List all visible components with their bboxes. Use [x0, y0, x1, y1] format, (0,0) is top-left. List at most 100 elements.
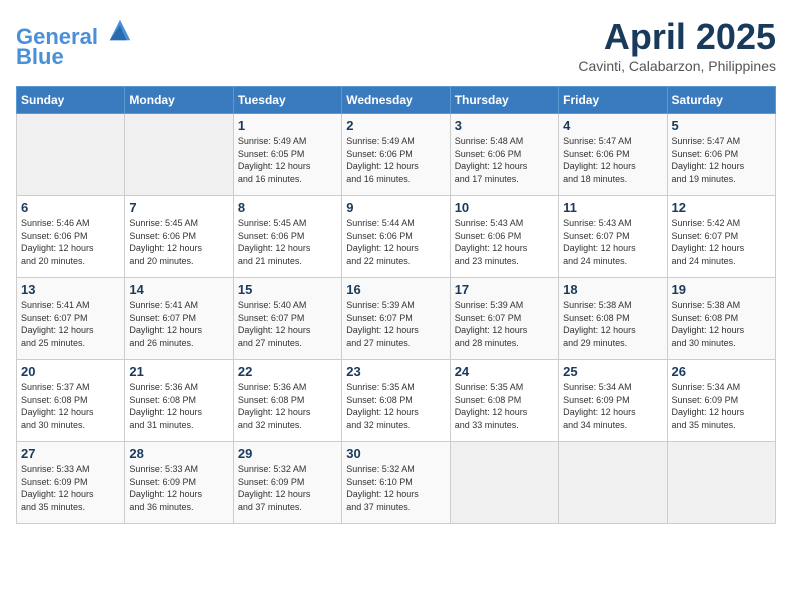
month-title: April 2025 — [578, 16, 776, 58]
day-info: Sunrise: 5:44 AM Sunset: 6:06 PM Dayligh… — [346, 217, 445, 267]
calendar-week-row: 13 Sunrise: 5:41 AM Sunset: 6:07 PM Dayli… — [17, 278, 776, 360]
calendar-cell: 7 Sunrise: 5:45 AM Sunset: 6:06 PM Daylig… — [125, 196, 233, 278]
day-number: 9 — [346, 200, 445, 215]
calendar-cell: 15 Sunrise: 5:40 AM Sunset: 6:07 PM Dayli… — [233, 278, 341, 360]
day-number: 27 — [21, 446, 120, 461]
day-header-saturday: Saturday — [667, 87, 775, 114]
day-info: Sunrise: 5:45 AM Sunset: 6:06 PM Dayligh… — [238, 217, 337, 267]
calendar-cell: 17 Sunrise: 5:39 AM Sunset: 6:07 PM Dayli… — [450, 278, 558, 360]
day-number: 5 — [672, 118, 771, 133]
day-info: Sunrise: 5:41 AM Sunset: 6:07 PM Dayligh… — [129, 299, 228, 349]
day-info: Sunrise: 5:37 AM Sunset: 6:08 PM Dayligh… — [21, 381, 120, 431]
calendar-cell: 16Sunrise: 5:39 AM Sunset: 6:07 PM Dayli… — [342, 278, 450, 360]
calendar-cell: 1 Sunrise: 5:49 AM Sunset: 6:05 PM Daylig… — [233, 114, 341, 196]
day-number: 3 — [455, 118, 554, 133]
calendar-cell: 19 Sunrise: 5:38 AM Sunset: 6:08 PM Dayli… — [667, 278, 775, 360]
calendar-cell: 20 Sunrise: 5:37 AM Sunset: 6:08 PM Dayli… — [17, 360, 125, 442]
calendar-cell — [17, 114, 125, 196]
day-info: Sunrise: 5:45 AM Sunset: 6:06 PM Dayligh… — [129, 217, 228, 267]
day-number: 24 — [455, 364, 554, 379]
calendar-cell: 3 Sunrise: 5:48 AM Sunset: 6:06 PM Daylig… — [450, 114, 558, 196]
day-number: 18 — [563, 282, 662, 297]
calendar-cell: 18 Sunrise: 5:38 AM Sunset: 6:08 PM Dayli… — [559, 278, 667, 360]
day-number: 25 — [563, 364, 662, 379]
calendar-cell — [667, 442, 775, 524]
day-info: Sunrise: 5:34 AM Sunset: 6:09 PM Dayligh… — [563, 381, 662, 431]
day-header-thursday: Thursday — [450, 87, 558, 114]
day-number: 13 — [21, 282, 120, 297]
day-number: 12 — [672, 200, 771, 215]
day-number: 29 — [238, 446, 337, 461]
calendar-cell: 2 Sunrise: 5:49 AM Sunset: 6:06 PM Daylig… — [342, 114, 450, 196]
day-info: Sunrise: 5:32 AM Sunset: 6:09 PM Dayligh… — [238, 463, 337, 513]
day-number: 8 — [238, 200, 337, 215]
calendar-cell — [559, 442, 667, 524]
calendar-cell: 6Sunrise: 5:46 AM Sunset: 6:06 PM Daylig… — [17, 196, 125, 278]
day-number: 16 — [346, 282, 445, 297]
day-number: 11 — [563, 200, 662, 215]
day-info: Sunrise: 5:49 AM Sunset: 6:06 PM Dayligh… — [346, 135, 445, 185]
day-header-monday: Monday — [125, 87, 233, 114]
calendar-cell — [450, 442, 558, 524]
day-info: Sunrise: 5:41 AM Sunset: 6:07 PM Dayligh… — [21, 299, 120, 349]
calendar-cell: 24 Sunrise: 5:35 AM Sunset: 6:08 PM Dayli… — [450, 360, 558, 442]
day-info: Sunrise: 5:34 AM Sunset: 6:09 PM Dayligh… — [672, 381, 771, 431]
day-info: Sunrise: 5:35 AM Sunset: 6:08 PM Dayligh… — [455, 381, 554, 431]
title-block: April 2025 Cavinti, Calabarzon, Philippi… — [578, 16, 776, 74]
day-header-friday: Friday — [559, 87, 667, 114]
day-number: 15 — [238, 282, 337, 297]
day-info: Sunrise: 5:47 AM Sunset: 6:06 PM Dayligh… — [672, 135, 771, 185]
calendar-cell: 30Sunrise: 5:32 AM Sunset: 6:10 PM Dayli… — [342, 442, 450, 524]
calendar-cell: 23Sunrise: 5:35 AM Sunset: 6:08 PM Dayli… — [342, 360, 450, 442]
calendar-cell: 21 Sunrise: 5:36 AM Sunset: 6:08 PM Dayli… — [125, 360, 233, 442]
day-number: 4 — [563, 118, 662, 133]
calendar-cell: 25 Sunrise: 5:34 AM Sunset: 6:09 PM Dayli… — [559, 360, 667, 442]
day-number: 20 — [21, 364, 120, 379]
day-info: Sunrise: 5:48 AM Sunset: 6:06 PM Dayligh… — [455, 135, 554, 185]
day-number: 6 — [21, 200, 120, 215]
page-header: General Blue April 2025 Cavinti, Calabar… — [16, 16, 776, 74]
calendar-table: SundayMondayTuesdayWednesdayThursdayFrid… — [16, 86, 776, 524]
day-info: Sunrise: 5:39 AM Sunset: 6:07 PM Dayligh… — [455, 299, 554, 349]
calendar-cell: 8 Sunrise: 5:45 AM Sunset: 6:06 PM Daylig… — [233, 196, 341, 278]
day-info: Sunrise: 5:43 AM Sunset: 6:07 PM Dayligh… — [563, 217, 662, 267]
calendar-cell: 13 Sunrise: 5:41 AM Sunset: 6:07 PM Dayli… — [17, 278, 125, 360]
day-info: Sunrise: 5:38 AM Sunset: 6:08 PM Dayligh… — [563, 299, 662, 349]
day-number: 23 — [346, 364, 445, 379]
logo: General Blue — [16, 16, 134, 69]
day-info: Sunrise: 5:42 AM Sunset: 6:07 PM Dayligh… — [672, 217, 771, 267]
calendar-cell: 11 Sunrise: 5:43 AM Sunset: 6:07 PM Dayli… — [559, 196, 667, 278]
day-number: 2 — [346, 118, 445, 133]
day-header-sunday: Sunday — [17, 87, 125, 114]
calendar-week-row: 27 Sunrise: 5:33 AM Sunset: 6:09 PM Dayli… — [17, 442, 776, 524]
day-number: 1 — [238, 118, 337, 133]
day-info: Sunrise: 5:32 AM Sunset: 6:10 PM Dayligh… — [346, 463, 445, 513]
calendar-cell: 27 Sunrise: 5:33 AM Sunset: 6:09 PM Dayli… — [17, 442, 125, 524]
subtitle: Cavinti, Calabarzon, Philippines — [578, 58, 776, 74]
calendar-week-row: 6Sunrise: 5:46 AM Sunset: 6:06 PM Daylig… — [17, 196, 776, 278]
day-info: Sunrise: 5:40 AM Sunset: 6:07 PM Dayligh… — [238, 299, 337, 349]
calendar-cell: 10Sunrise: 5:43 AM Sunset: 6:06 PM Dayli… — [450, 196, 558, 278]
day-number: 19 — [672, 282, 771, 297]
day-number: 14 — [129, 282, 228, 297]
calendar-cell: 14 Sunrise: 5:41 AM Sunset: 6:07 PM Dayli… — [125, 278, 233, 360]
day-number: 21 — [129, 364, 228, 379]
calendar-cell: 12 Sunrise: 5:42 AM Sunset: 6:07 PM Dayli… — [667, 196, 775, 278]
day-info: Sunrise: 5:33 AM Sunset: 6:09 PM Dayligh… — [21, 463, 120, 513]
day-number: 10 — [455, 200, 554, 215]
day-header-tuesday: Tuesday — [233, 87, 341, 114]
day-number: 22 — [238, 364, 337, 379]
calendar-cell: 4 Sunrise: 5:47 AM Sunset: 6:06 PM Daylig… — [559, 114, 667, 196]
day-number: 7 — [129, 200, 228, 215]
day-number: 28 — [129, 446, 228, 461]
day-header-wednesday: Wednesday — [342, 87, 450, 114]
calendar-cell: 29 Sunrise: 5:32 AM Sunset: 6:09 PM Dayli… — [233, 442, 341, 524]
calendar-cell — [125, 114, 233, 196]
day-info: Sunrise: 5:49 AM Sunset: 6:05 PM Dayligh… — [238, 135, 337, 185]
day-info: Sunrise: 5:36 AM Sunset: 6:08 PM Dayligh… — [129, 381, 228, 431]
day-number: 17 — [455, 282, 554, 297]
calendar-week-row: 1 Sunrise: 5:49 AM Sunset: 6:05 PM Daylig… — [17, 114, 776, 196]
day-info: Sunrise: 5:47 AM Sunset: 6:06 PM Dayligh… — [563, 135, 662, 185]
calendar-header-row: SundayMondayTuesdayWednesdayThursdayFrid… — [17, 87, 776, 114]
day-info: Sunrise: 5:38 AM Sunset: 6:08 PM Dayligh… — [672, 299, 771, 349]
